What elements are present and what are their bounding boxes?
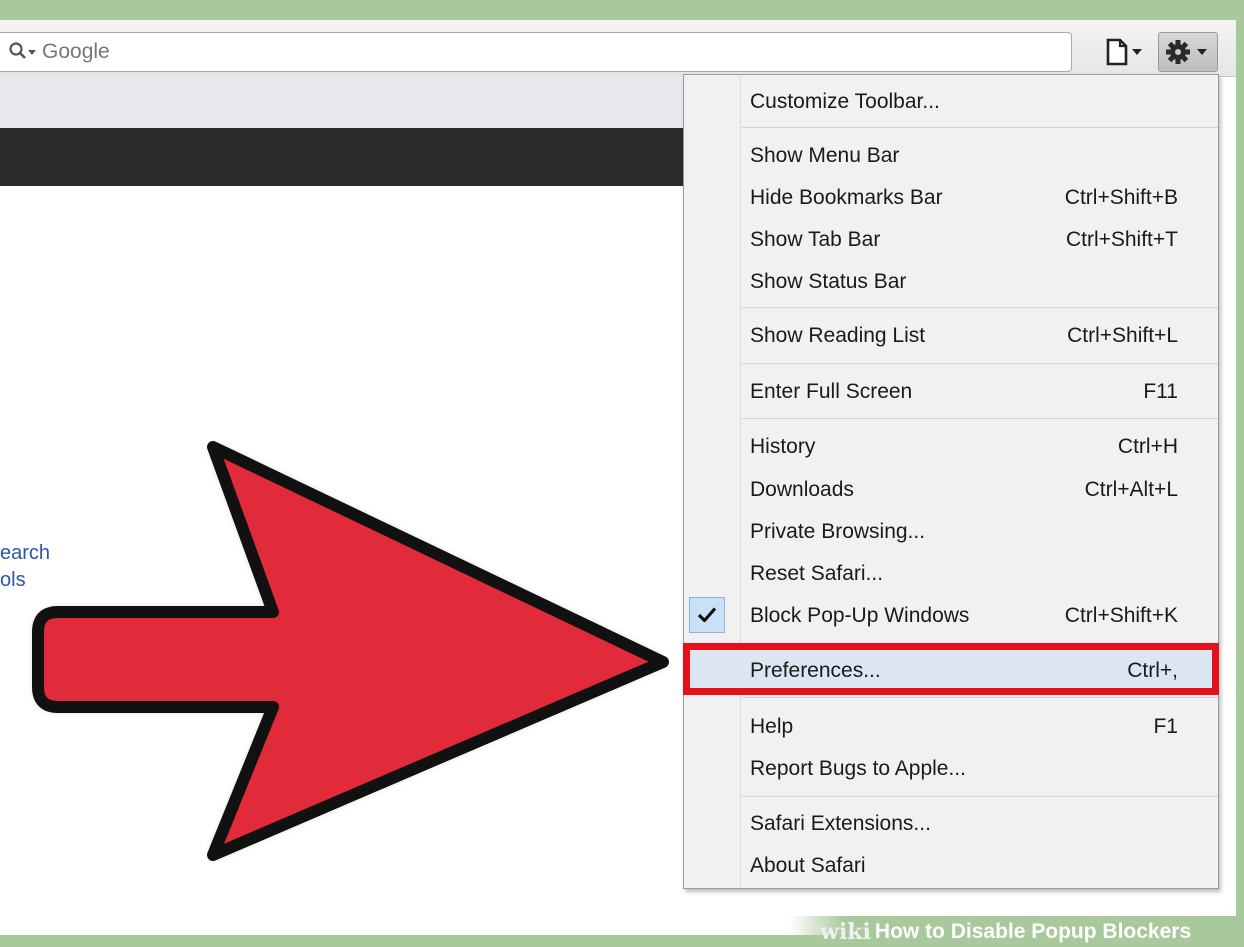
page-menu-button[interactable] bbox=[1098, 32, 1152, 72]
page-icon bbox=[1106, 38, 1142, 66]
menu-item-label: Safari Extensions... bbox=[750, 812, 931, 835]
menu-item-label: Report Bugs to Apple... bbox=[750, 757, 966, 780]
watermark-brand: wiki bbox=[820, 918, 871, 945]
menu-item-show-menu-bar[interactable]: Show Menu Bar bbox=[684, 135, 1218, 175]
search-icon[interactable] bbox=[8, 40, 38, 64]
tools-link[interactable]: ols bbox=[0, 569, 26, 592]
gear-menu-button[interactable] bbox=[1158, 32, 1218, 72]
safari-settings-menu: Customize Toolbar... Show Menu Bar Hide … bbox=[683, 74, 1219, 889]
menu-item-label: Show Reading List bbox=[750, 324, 926, 347]
menu-item-shortcut: Ctrl+Shift+T bbox=[1065, 228, 1178, 251]
menu-item-label: Customize Toolbar... bbox=[750, 90, 940, 113]
menu-item-show-status-bar[interactable]: Show Status Bar bbox=[684, 261, 1218, 301]
menu-item-label: Show Menu Bar bbox=[750, 144, 900, 167]
frame-top bbox=[0, 0, 1244, 20]
menu-item-label: Downloads bbox=[750, 478, 854, 501]
red-arrow-pointer bbox=[32, 441, 669, 861]
menu-separator bbox=[742, 796, 1218, 797]
menu-separator bbox=[742, 127, 1218, 128]
frame-right bbox=[1236, 0, 1244, 947]
menu-item-enter-full-screen[interactable]: Enter Full Screen F11 bbox=[684, 371, 1218, 411]
bookmarks-bar bbox=[0, 76, 684, 128]
menu-item-label: Block Pop-Up Windows bbox=[750, 604, 970, 627]
menu-item-label: Enter Full Screen bbox=[750, 380, 913, 403]
menu-item-shortcut: F11 bbox=[1143, 380, 1178, 403]
menu-item-shortcut: Ctrl+Shift+K bbox=[1064, 604, 1178, 627]
menu-separator bbox=[742, 307, 1218, 308]
menu-item-label: History bbox=[750, 435, 816, 458]
search-placeholder: Google bbox=[42, 40, 110, 63]
menu-item-shortcut: F1 bbox=[1153, 715, 1178, 738]
menu-separator bbox=[742, 418, 1218, 419]
menu-item-block-popup-windows[interactable]: Block Pop-Up Windows Ctrl+Shift+K bbox=[684, 595, 1218, 635]
menu-item-hide-bookmarks-bar[interactable]: Hide Bookmarks Bar Ctrl+Shift+B bbox=[684, 177, 1218, 217]
menu-item-shortcut: Ctrl+H bbox=[1117, 435, 1178, 458]
menu-item-label: Reset Safari... bbox=[750, 562, 884, 585]
menu-item-customize-toolbar[interactable]: Customize Toolbar... bbox=[684, 81, 1218, 121]
preferences-highlight-box bbox=[683, 643, 1219, 695]
menu-item-show-tab-bar[interactable]: Show Tab Bar Ctrl+Shift+T bbox=[684, 219, 1218, 259]
menu-item-label: Show Status Bar bbox=[750, 270, 907, 293]
menu-separator bbox=[742, 363, 1218, 364]
menu-item-label: Show Tab Bar bbox=[750, 228, 881, 251]
menu-item-show-reading-list[interactable]: Show Reading List Ctrl+Shift+L bbox=[684, 315, 1218, 355]
wikihow-watermark: wiki How to Disable Popup Blockers bbox=[790, 916, 1244, 947]
menu-item-label: Help bbox=[750, 715, 794, 738]
menu-item-safari-extensions[interactable]: Safari Extensions... bbox=[684, 803, 1218, 843]
menu-item-reset-safari[interactable]: Reset Safari... bbox=[684, 553, 1218, 593]
menu-separator bbox=[742, 697, 1218, 698]
menu-item-downloads[interactable]: Downloads Ctrl+Alt+L bbox=[684, 469, 1218, 509]
menu-item-shortcut: Ctrl+Shift+L bbox=[1067, 324, 1178, 347]
menu-item-report-bugs[interactable]: Report Bugs to Apple... bbox=[684, 748, 1218, 788]
menu-item-history[interactable]: History Ctrl+H bbox=[684, 426, 1218, 466]
search-input[interactable]: Google bbox=[0, 32, 1072, 72]
menu-item-shortcut: Ctrl+Shift+B bbox=[1064, 186, 1178, 209]
menu-item-private-browsing[interactable]: Private Browsing... bbox=[684, 511, 1218, 551]
watermark-title: How to Disable Popup Blockers bbox=[874, 919, 1192, 943]
menu-item-help[interactable]: Help F1 bbox=[684, 706, 1218, 746]
menu-item-label: About Safari bbox=[750, 854, 866, 877]
menu-item-label: Private Browsing... bbox=[750, 520, 926, 543]
checkmark-icon bbox=[689, 597, 725, 633]
page-header-bar bbox=[0, 128, 684, 186]
menu-item-label: Hide Bookmarks Bar bbox=[750, 186, 943, 209]
gear-icon bbox=[1166, 40, 1207, 64]
menu-item-about-safari[interactable]: About Safari bbox=[684, 845, 1218, 885]
menu-item-shortcut: Ctrl+Alt+L bbox=[1084, 478, 1178, 501]
